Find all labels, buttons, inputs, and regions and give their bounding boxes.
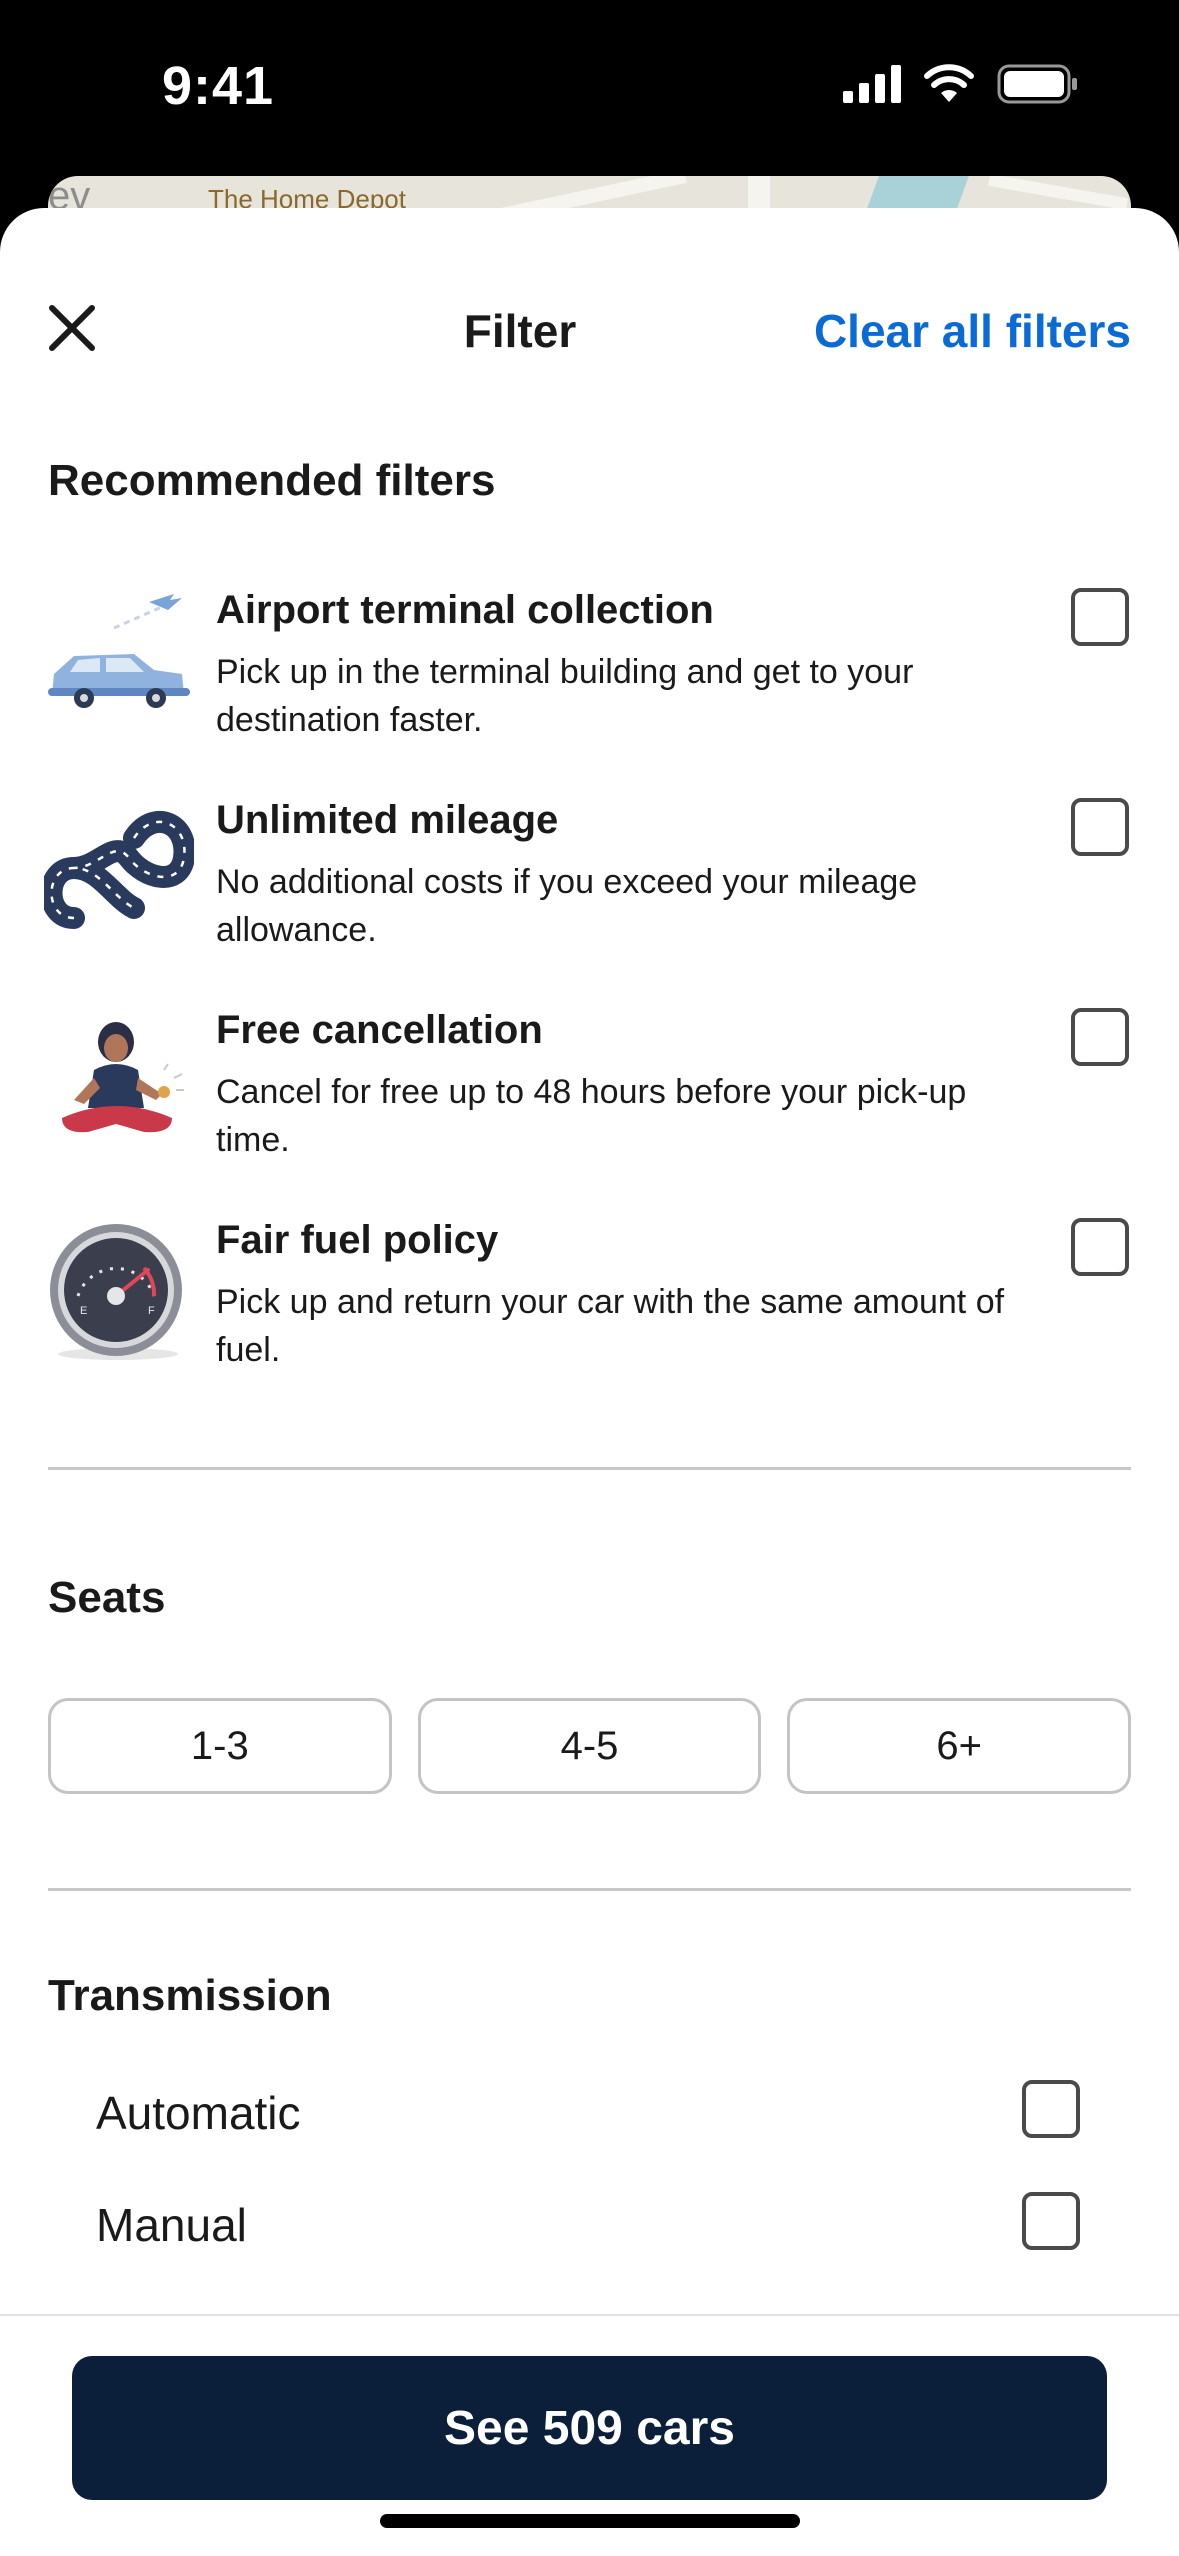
status-time: 9:41 xyxy=(162,56,275,116)
infinity-road-illustration xyxy=(40,798,196,948)
battery-icon xyxy=(997,64,1077,104)
svg-text:F: F xyxy=(148,1305,155,1317)
transmission-option-manual[interactable]: Manual xyxy=(96,2188,1096,2258)
filter-title: Fair fuel policy xyxy=(216,1218,499,1262)
filter-fair-fuel-policy[interactable]: E F Fair fuel policy Pick up and return … xyxy=(0,1218,1179,1418)
transmission-label: Automatic xyxy=(96,2087,301,2139)
see-cars-button[interactable]: See 509 cars xyxy=(72,2356,1107,2500)
filter-title: Free cancellation xyxy=(216,1008,543,1052)
automatic-checkbox[interactable] xyxy=(1022,2080,1080,2138)
signal-icon xyxy=(843,65,901,103)
seats-options: 1-3 4-5 6+ xyxy=(48,1698,1132,1794)
status-icons xyxy=(843,64,1079,104)
airport-car-illustration xyxy=(44,588,194,738)
filter-free-cancellation[interactable]: Free cancellation Cancel for free up to … xyxy=(0,1008,1179,1208)
status-bar: 9:41 xyxy=(0,0,1179,175)
seats-option-6-plus[interactable]: 6+ xyxy=(787,1698,1132,1794)
divider xyxy=(48,1467,1131,1470)
transmission-option-automatic[interactable]: Automatic xyxy=(96,2076,1096,2146)
unlimited-mileage-checkbox[interactable] xyxy=(1071,798,1129,856)
filter-airport-terminal[interactable]: Airport terminal collection Pick up in t… xyxy=(0,588,1179,788)
filter-title: Unlimited mileage xyxy=(216,798,559,842)
clear-all-filters-button[interactable]: Clear all filters xyxy=(814,304,1131,358)
fair-fuel-policy-checkbox[interactable] xyxy=(1071,1218,1129,1276)
manual-checkbox[interactable] xyxy=(1022,2192,1080,2250)
recommended-filters-title: Recommended filters xyxy=(48,456,496,505)
seats-title: Seats xyxy=(48,1573,166,1622)
filter-sheet: Filter Clear all filters Recommended fil… xyxy=(0,208,1179,2556)
svg-text:E: E xyxy=(80,1305,87,1317)
divider xyxy=(48,1888,1131,1891)
filter-unlimited-mileage[interactable]: Unlimited mileage No additional costs if… xyxy=(0,798,1179,998)
airport-terminal-checkbox[interactable] xyxy=(1071,588,1129,646)
fuel-gauge-illustration: E F xyxy=(44,1218,194,1368)
transmission-label: Manual xyxy=(96,2199,247,2251)
filter-title: Airport terminal collection xyxy=(216,588,714,632)
wifi-icon xyxy=(924,64,974,102)
sheet-header: Filter Clear all filters xyxy=(0,208,1179,448)
filter-description: Pick up and return your car with the sam… xyxy=(216,1283,1005,1369)
free-cancellation-checkbox[interactable] xyxy=(1071,1008,1129,1066)
seats-option-1-3[interactable]: 1-3 xyxy=(48,1698,392,1794)
meditating-person-illustration xyxy=(44,1008,194,1158)
seats-option-4-5[interactable]: 4-5 xyxy=(417,1698,762,1794)
filter-description: No additional costs if you exceed your m… xyxy=(216,863,918,949)
transmission-title: Transmission xyxy=(48,1971,332,2020)
home-indicator[interactable] xyxy=(380,2514,800,2528)
filter-description: Pick up in the terminal building and get… xyxy=(216,653,914,739)
filter-description: Cancel for free up to 48 hours before yo… xyxy=(216,1073,967,1159)
